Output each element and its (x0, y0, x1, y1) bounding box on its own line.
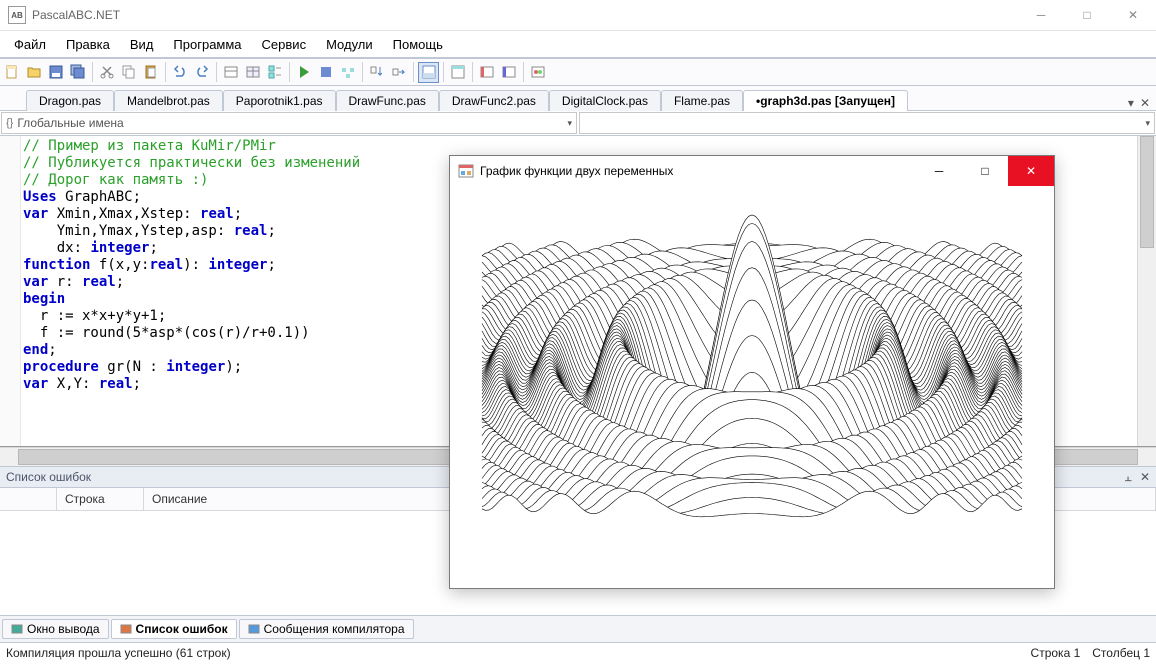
status-line: Строка 1 (1031, 646, 1081, 660)
props2-icon[interactable] (243, 62, 263, 82)
run-canvas (450, 186, 1054, 588)
app-title: PascalABC.NET (32, 8, 120, 22)
menubar: ФайлПравкаВидПрограммаСервисМодулиПомощь (0, 31, 1156, 57)
tab-menu-icon[interactable]: ▾ (1128, 96, 1134, 110)
run-minimize-button[interactable]: ─ (916, 156, 962, 186)
scope-combo-text: Глобальные имена (17, 116, 123, 130)
tab-file[interactable]: Mandelbrot.pas (114, 90, 223, 111)
window-controls: ─ □ ✕ (1018, 0, 1156, 30)
menu-правка[interactable]: Правка (56, 34, 120, 55)
nav-combos: {} Глобальные имена ▾ ▾ (0, 111, 1156, 136)
scrollbar-thumb[interactable] (1140, 136, 1154, 248)
tab-file[interactable]: Dragon.pas (26, 90, 114, 111)
palette-icon[interactable] (528, 62, 548, 82)
save-all-icon[interactable] (68, 62, 88, 82)
pin-icon[interactable]: ⫠ (1125, 470, 1132, 485)
copy-icon[interactable] (119, 62, 139, 82)
tab-file[interactable]: •graph3d.pas [Запущен] (743, 90, 908, 111)
run-window-title: График функции двух переменных (480, 164, 673, 178)
compile-icon[interactable] (338, 62, 358, 82)
run-close-button[interactable]: ✕ (1008, 156, 1054, 186)
app-icon: AB (8, 6, 26, 24)
undo-icon[interactable] (170, 62, 190, 82)
tabbar: Dragon.pasMandelbrot.pasPaporotnik1.pasD… (0, 86, 1156, 111)
panel-close-icon[interactable]: ✕ (1140, 470, 1150, 485)
status-message: Компиляция прошла успешно (61 строк) (6, 646, 231, 660)
step-over-icon[interactable] (389, 62, 409, 82)
open-file-icon[interactable] (24, 62, 44, 82)
bottom-tabs: Окно выводаСписок ошибокСообщения компил… (0, 616, 1156, 643)
bottom-tab[interactable]: Окно вывода (2, 619, 109, 639)
step-into-icon[interactable] (367, 62, 387, 82)
status-col: Столбец 1 (1092, 646, 1150, 660)
run-maximize-button[interactable]: □ (962, 156, 1008, 186)
bottom-tab[interactable]: Сообщения компилятора (239, 619, 414, 639)
check-list-icon[interactable] (265, 62, 285, 82)
vertical-scrollbar[interactable] (1137, 136, 1156, 446)
braces-icon: {} (6, 117, 13, 129)
menu-модули[interactable]: Модули (316, 34, 383, 55)
close-button[interactable]: ✕ (1110, 0, 1156, 30)
menu-вид[interactable]: Вид (120, 34, 164, 55)
tab-file[interactable]: Paporotnik1.pas (223, 90, 336, 111)
menu-программа[interactable]: Программа (163, 34, 251, 55)
tab-file[interactable]: DigitalClock.pas (549, 90, 661, 111)
titlebar: AB PascalABC.NET ─ □ ✕ (0, 0, 1156, 31)
props-icon[interactable] (221, 62, 241, 82)
minimize-button[interactable]: ─ (1018, 0, 1064, 30)
col-blank[interactable] (0, 488, 57, 510)
module-icon[interactable] (477, 62, 497, 82)
member-combo[interactable]: ▾ (579, 112, 1155, 134)
paste-icon[interactable] (141, 62, 161, 82)
status-bar: Компиляция прошла успешно (61 строк) Стр… (0, 643, 1156, 663)
stop-icon[interactable] (316, 62, 336, 82)
run-icon[interactable] (294, 62, 314, 82)
maximize-button[interactable]: □ (1064, 0, 1110, 30)
menu-помощь[interactable]: Помощь (383, 34, 453, 55)
run-titlebar[interactable]: График функции двух переменных ─ □ ✕ (450, 156, 1054, 186)
module2-icon[interactable] (499, 62, 519, 82)
gutter (0, 136, 21, 446)
chevron-down-icon: ▾ (1145, 118, 1150, 129)
menu-файл[interactable]: Файл (4, 34, 56, 55)
tab-file[interactable]: DrawFunc.pas (336, 90, 439, 111)
toolbar (0, 57, 1156, 86)
output-pane-icon[interactable] (418, 62, 439, 83)
tab-file[interactable]: DrawFunc2.pas (439, 90, 549, 111)
tab-file[interactable]: Flame.pas (661, 90, 743, 111)
designer-icon[interactable] (448, 62, 468, 82)
tab-close-icon[interactable]: ✕ (1140, 96, 1150, 110)
scope-combo[interactable]: {} Глобальные имена ▾ (1, 112, 577, 134)
run-window[interactable]: График функции двух переменных ─ □ ✕ (449, 155, 1055, 589)
cut-icon[interactable] (97, 62, 117, 82)
form-icon (458, 163, 474, 179)
tab-controls: ▾ ✕ (1128, 96, 1156, 110)
panel-title-text: Список ошибок (6, 470, 91, 484)
bottom-tab[interactable]: Список ошибок (111, 619, 237, 639)
redo-icon[interactable] (192, 62, 212, 82)
col-line[interactable]: Строка (57, 488, 144, 510)
new-file-icon[interactable] (2, 62, 22, 82)
chevron-down-icon: ▾ (567, 118, 572, 129)
menu-сервис[interactable]: Сервис (252, 34, 317, 55)
save-icon[interactable] (46, 62, 66, 82)
